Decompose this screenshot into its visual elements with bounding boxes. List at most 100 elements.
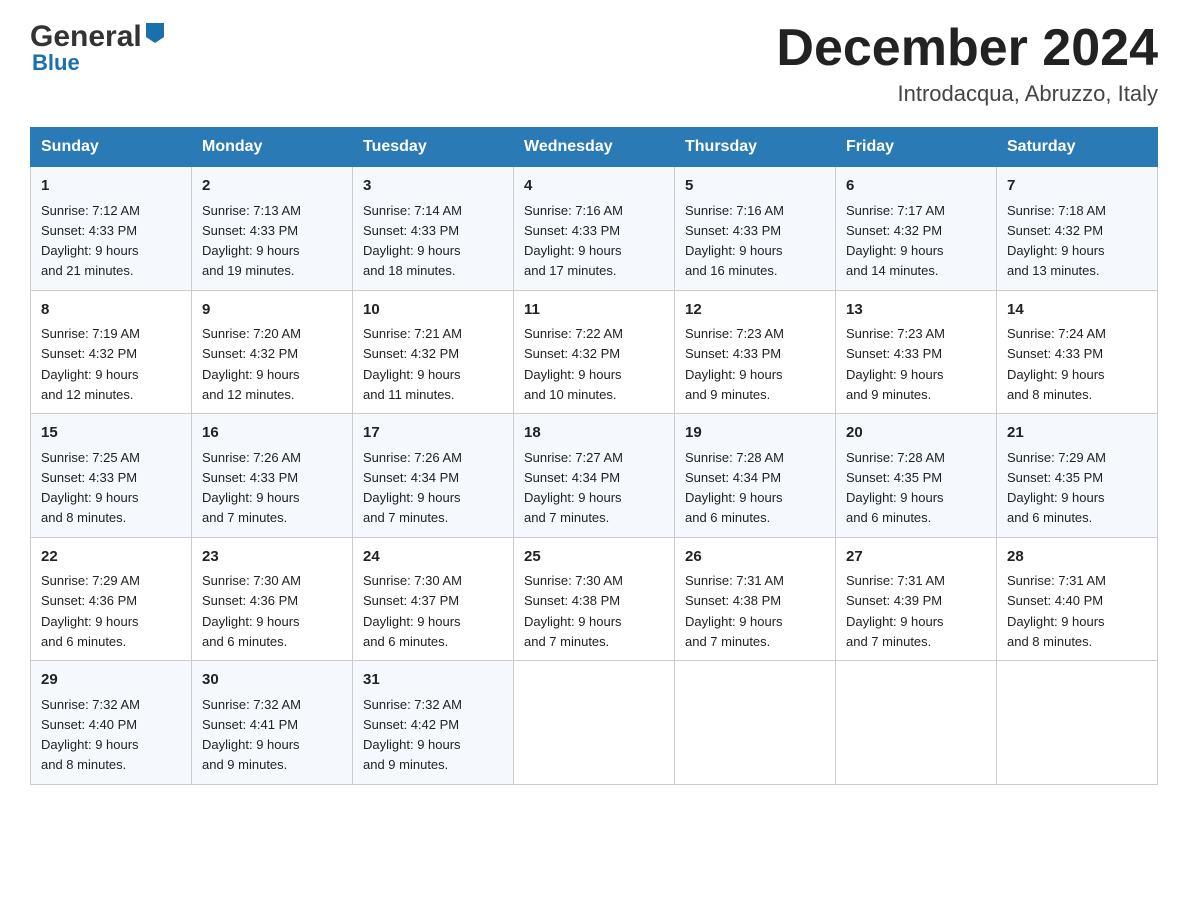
day-info: Sunrise: 7:32 AMSunset: 4:41 PMDaylight:… — [202, 697, 301, 773]
day-cell: 20 Sunrise: 7:28 AMSunset: 4:35 PMDaylig… — [836, 414, 997, 538]
day-number: 27 — [846, 546, 986, 569]
day-info: Sunrise: 7:17 AMSunset: 4:32 PMDaylight:… — [846, 203, 945, 279]
day-number: 12 — [685, 299, 825, 322]
day-cell: 27 Sunrise: 7:31 AMSunset: 4:39 PMDaylig… — [836, 537, 997, 661]
day-cell: 12 Sunrise: 7:23 AMSunset: 4:33 PMDaylig… — [675, 290, 836, 414]
day-cell — [514, 661, 675, 785]
logo-arrow-icon — [144, 23, 166, 48]
header-cell-saturday: Saturday — [997, 128, 1158, 167]
day-info: Sunrise: 7:31 AMSunset: 4:38 PMDaylight:… — [685, 573, 784, 649]
day-info: Sunrise: 7:23 AMSunset: 4:33 PMDaylight:… — [846, 326, 945, 402]
day-info: Sunrise: 7:12 AMSunset: 4:33 PMDaylight:… — [41, 203, 140, 279]
day-cell — [997, 661, 1158, 785]
day-cell: 7 Sunrise: 7:18 AMSunset: 4:32 PMDayligh… — [997, 167, 1158, 291]
day-info: Sunrise: 7:30 AMSunset: 4:36 PMDaylight:… — [202, 573, 301, 649]
day-info: Sunrise: 7:27 AMSunset: 4:34 PMDaylight:… — [524, 450, 623, 526]
day-cell: 6 Sunrise: 7:17 AMSunset: 4:32 PMDayligh… — [836, 167, 997, 291]
day-info: Sunrise: 7:13 AMSunset: 4:33 PMDaylight:… — [202, 203, 301, 279]
day-cell: 21 Sunrise: 7:29 AMSunset: 4:35 PMDaylig… — [997, 414, 1158, 538]
day-number: 25 — [524, 546, 664, 569]
day-cell: 24 Sunrise: 7:30 AMSunset: 4:37 PMDaylig… — [353, 537, 514, 661]
day-cell: 1 Sunrise: 7:12 AMSunset: 4:33 PMDayligh… — [31, 167, 192, 291]
day-number: 4 — [524, 175, 664, 198]
day-info: Sunrise: 7:32 AMSunset: 4:40 PMDaylight:… — [41, 697, 140, 773]
day-number: 5 — [685, 175, 825, 198]
day-cell — [675, 661, 836, 785]
day-info: Sunrise: 7:24 AMSunset: 4:33 PMDaylight:… — [1007, 326, 1106, 402]
header-cell-tuesday: Tuesday — [353, 128, 514, 167]
day-cell: 5 Sunrise: 7:16 AMSunset: 4:33 PMDayligh… — [675, 167, 836, 291]
day-number: 22 — [41, 546, 181, 569]
day-cell: 29 Sunrise: 7:32 AMSunset: 4:40 PMDaylig… — [31, 661, 192, 785]
day-info: Sunrise: 7:32 AMSunset: 4:42 PMDaylight:… — [363, 697, 462, 773]
header-cell-sunday: Sunday — [31, 128, 192, 167]
day-cell: 13 Sunrise: 7:23 AMSunset: 4:33 PMDaylig… — [836, 290, 997, 414]
day-info: Sunrise: 7:14 AMSunset: 4:33 PMDaylight:… — [363, 203, 462, 279]
day-cell: 8 Sunrise: 7:19 AMSunset: 4:32 PMDayligh… — [31, 290, 192, 414]
day-number: 3 — [363, 175, 503, 198]
header-row: SundayMondayTuesdayWednesdayThursdayFrid… — [31, 128, 1158, 167]
day-cell: 30 Sunrise: 7:32 AMSunset: 4:41 PMDaylig… — [192, 661, 353, 785]
day-number: 31 — [363, 669, 503, 692]
day-cell: 19 Sunrise: 7:28 AMSunset: 4:34 PMDaylig… — [675, 414, 836, 538]
day-number: 23 — [202, 546, 342, 569]
day-cell: 4 Sunrise: 7:16 AMSunset: 4:33 PMDayligh… — [514, 167, 675, 291]
day-number: 11 — [524, 299, 664, 322]
logo-general-text: General — [30, 20, 142, 54]
day-number: 9 — [202, 299, 342, 322]
week-row-3: 15 Sunrise: 7:25 AMSunset: 4:33 PMDaylig… — [31, 414, 1158, 538]
day-cell: 11 Sunrise: 7:22 AMSunset: 4:32 PMDaylig… — [514, 290, 675, 414]
day-number: 17 — [363, 422, 503, 445]
day-number: 26 — [685, 546, 825, 569]
header-cell-wednesday: Wednesday — [514, 128, 675, 167]
day-info: Sunrise: 7:16 AMSunset: 4:33 PMDaylight:… — [685, 203, 784, 279]
day-number: 19 — [685, 422, 825, 445]
week-row-5: 29 Sunrise: 7:32 AMSunset: 4:40 PMDaylig… — [31, 661, 1158, 785]
day-cell: 15 Sunrise: 7:25 AMSunset: 4:33 PMDaylig… — [31, 414, 192, 538]
location-title: Introdacqua, Abruzzo, Italy — [776, 81, 1158, 107]
day-cell — [836, 661, 997, 785]
day-cell: 17 Sunrise: 7:26 AMSunset: 4:34 PMDaylig… — [353, 414, 514, 538]
day-number: 13 — [846, 299, 986, 322]
day-number: 28 — [1007, 546, 1147, 569]
day-info: Sunrise: 7:26 AMSunset: 4:33 PMDaylight:… — [202, 450, 301, 526]
day-number: 20 — [846, 422, 986, 445]
calendar-header: SundayMondayTuesdayWednesdayThursdayFrid… — [31, 128, 1158, 167]
day-number: 1 — [41, 175, 181, 198]
day-cell: 25 Sunrise: 7:30 AMSunset: 4:38 PMDaylig… — [514, 537, 675, 661]
day-cell: 28 Sunrise: 7:31 AMSunset: 4:40 PMDaylig… — [997, 537, 1158, 661]
day-info: Sunrise: 7:26 AMSunset: 4:34 PMDaylight:… — [363, 450, 462, 526]
day-info: Sunrise: 7:21 AMSunset: 4:32 PMDaylight:… — [363, 326, 462, 402]
day-cell: 3 Sunrise: 7:14 AMSunset: 4:33 PMDayligh… — [353, 167, 514, 291]
day-cell: 14 Sunrise: 7:24 AMSunset: 4:33 PMDaylig… — [997, 290, 1158, 414]
day-number: 15 — [41, 422, 181, 445]
header-cell-friday: Friday — [836, 128, 997, 167]
day-number: 24 — [363, 546, 503, 569]
day-info: Sunrise: 7:29 AMSunset: 4:36 PMDaylight:… — [41, 573, 140, 649]
day-info: Sunrise: 7:20 AMSunset: 4:32 PMDaylight:… — [202, 326, 301, 402]
week-row-4: 22 Sunrise: 7:29 AMSunset: 4:36 PMDaylig… — [31, 537, 1158, 661]
day-info: Sunrise: 7:30 AMSunset: 4:37 PMDaylight:… — [363, 573, 462, 649]
week-row-2: 8 Sunrise: 7:19 AMSunset: 4:32 PMDayligh… — [31, 290, 1158, 414]
day-info: Sunrise: 7:25 AMSunset: 4:33 PMDaylight:… — [41, 450, 140, 526]
day-cell: 10 Sunrise: 7:21 AMSunset: 4:32 PMDaylig… — [353, 290, 514, 414]
day-number: 2 — [202, 175, 342, 198]
day-cell: 31 Sunrise: 7:32 AMSunset: 4:42 PMDaylig… — [353, 661, 514, 785]
month-title: December 2024 — [776, 20, 1158, 77]
day-cell: 23 Sunrise: 7:30 AMSunset: 4:36 PMDaylig… — [192, 537, 353, 661]
day-cell: 16 Sunrise: 7:26 AMSunset: 4:33 PMDaylig… — [192, 414, 353, 538]
day-info: Sunrise: 7:19 AMSunset: 4:32 PMDaylight:… — [41, 326, 140, 402]
day-cell: 18 Sunrise: 7:27 AMSunset: 4:34 PMDaylig… — [514, 414, 675, 538]
day-info: Sunrise: 7:31 AMSunset: 4:40 PMDaylight:… — [1007, 573, 1106, 649]
day-number: 30 — [202, 669, 342, 692]
header-cell-thursday: Thursday — [675, 128, 836, 167]
day-cell: 26 Sunrise: 7:31 AMSunset: 4:38 PMDaylig… — [675, 537, 836, 661]
day-number: 18 — [524, 422, 664, 445]
day-cell: 2 Sunrise: 7:13 AMSunset: 4:33 PMDayligh… — [192, 167, 353, 291]
logo: General Blue — [30, 20, 166, 76]
day-number: 21 — [1007, 422, 1147, 445]
day-info: Sunrise: 7:18 AMSunset: 4:32 PMDaylight:… — [1007, 203, 1106, 279]
day-info: Sunrise: 7:23 AMSunset: 4:33 PMDaylight:… — [685, 326, 784, 402]
day-number: 16 — [202, 422, 342, 445]
header-cell-monday: Monday — [192, 128, 353, 167]
